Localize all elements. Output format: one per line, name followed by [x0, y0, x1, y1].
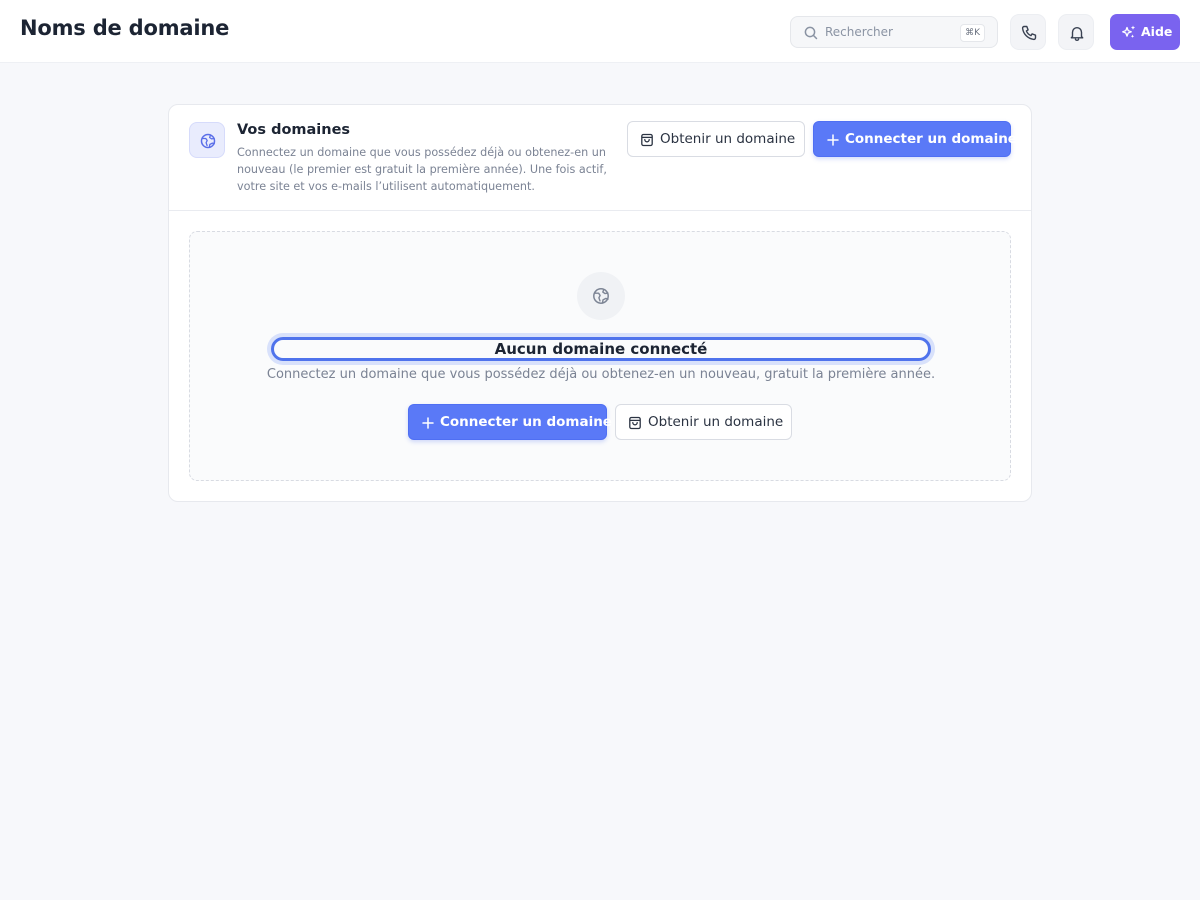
top-bar: Noms de domaine ⌘K Aide: [0, 0, 1200, 63]
phone-icon: [1021, 25, 1037, 41]
help-button[interactable]: Aide: [1110, 14, 1180, 50]
empty-state-description: Connectez un domaine que vous possédez d…: [266, 367, 936, 382]
bell-icon: [1070, 27, 1084, 41]
empty-state-title: Aucun domaine connecté: [271, 337, 931, 361]
notifications-button[interactable]: [1058, 14, 1094, 50]
domains-card: Vos domaines Connectez un domaine que vo…: [168, 104, 1032, 502]
empty-state-icon-circle: [577, 272, 625, 320]
sparkles-icon: [1122, 25, 1136, 38]
card-header: Vos domaines Connectez un domaine que vo…: [169, 105, 1031, 211]
search-input[interactable]: [825, 21, 955, 43]
plus-icon: [827, 134, 839, 146]
globe-icon-badge: [189, 122, 225, 158]
search-icon: [804, 26, 818, 40]
globe-icon: [593, 288, 609, 304]
card-description: Connectez un domaine que vous possédez d…: [237, 146, 607, 193]
connect-domain-button[interactable]: Connecter un domaine: [408, 404, 612, 440]
shopping-bag-icon: [629, 416, 641, 430]
plus-icon: [422, 417, 434, 429]
connect-domain-label: Connecter un domaine: [845, 131, 1017, 147]
get-domain-label: Obtenir un domaine: [648, 414, 784, 430]
empty-state: Aucun domaine connecté Connectez un doma…: [189, 231, 1011, 481]
shortcut-badge: ⌘K: [960, 24, 985, 42]
get-domain-label: Obtenir un domaine: [660, 131, 796, 147]
page-title: Noms de domaine: [20, 16, 230, 40]
phone-button[interactable]: [1010, 14, 1046, 50]
connect-domain-button[interactable]: Connecter un domaine: [813, 121, 1017, 157]
globe-icon: [200, 133, 216, 149]
get-domain-button[interactable]: Obtenir un domaine: [615, 404, 792, 440]
shopping-bag-icon: [641, 133, 653, 147]
get-domain-button[interactable]: Obtenir un domaine: [627, 121, 805, 157]
search-box[interactable]: ⌘K: [790, 16, 998, 48]
help-label: Aide: [1141, 24, 1173, 39]
connect-domain-label: Connecter un domaine: [440, 414, 612, 430]
card-title: Vos domaines: [237, 122, 351, 138]
